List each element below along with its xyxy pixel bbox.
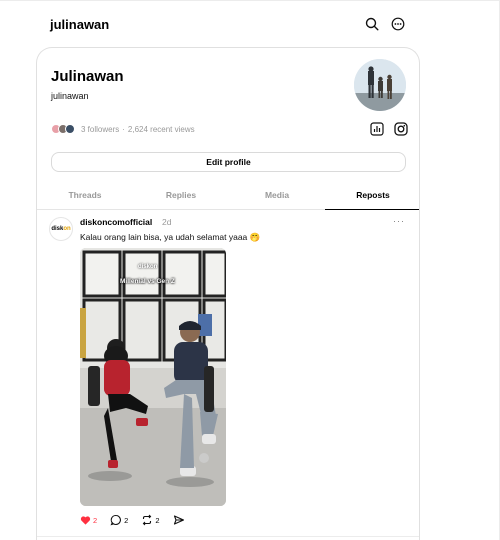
top-bar: julinawan bbox=[50, 16, 406, 36]
avatar-logo-accent: on bbox=[63, 226, 71, 232]
profile-card: Julinawan julinawan 3 followers · 2,624 … bbox=[36, 47, 420, 540]
heart-icon bbox=[80, 515, 91, 525]
reply-count: 2 bbox=[124, 515, 129, 525]
tab-replies[interactable]: Replies bbox=[133, 184, 229, 209]
stats-separator: · bbox=[122, 124, 125, 134]
post-timestamp: 2d bbox=[162, 217, 172, 227]
followers-count: 3 followers bbox=[81, 124, 120, 134]
tab-reposts[interactable]: Reposts bbox=[325, 184, 419, 210]
avatar-logo-text: disk bbox=[51, 226, 64, 232]
post-author-name[interactable]: diskoncomofficial bbox=[80, 217, 152, 227]
top-divider bbox=[0, 0, 500, 1]
like-button[interactable]: 2 bbox=[80, 515, 97, 526]
recent-views: 2,624 recent views bbox=[127, 124, 195, 134]
follower-avatars bbox=[51, 124, 75, 134]
reply-button[interactable]: 2 bbox=[110, 514, 128, 526]
header-username: julinawan bbox=[50, 17, 110, 32]
more-circle-icon[interactable] bbox=[390, 16, 406, 32]
post-actions: 2 2 2 bbox=[80, 514, 185, 526]
instagram-icon[interactable] bbox=[393, 121, 409, 137]
edit-profile-button[interactable]: Edit profile bbox=[51, 152, 406, 172]
profile-name: Julinawan bbox=[51, 68, 124, 85]
share-button[interactable] bbox=[173, 514, 185, 526]
like-count: 2 bbox=[93, 515, 98, 525]
profile-icons bbox=[369, 121, 409, 137]
insights-icon[interactable] bbox=[369, 121, 385, 137]
repost-item: disk on diskoncomofficial 2d ··· Kalau or… bbox=[37, 210, 419, 540]
repost-icon bbox=[143, 514, 152, 526]
profile-handle: julinawan bbox=[51, 91, 89, 101]
top-bar-actions bbox=[364, 16, 406, 32]
repost-button[interactable]: 2 bbox=[141, 514, 160, 526]
post-text: Kalau orang lain bisa, ya udah selamat y… bbox=[80, 232, 261, 242]
follower-avatar bbox=[65, 124, 75, 134]
post-more-icon[interactable]: ··· bbox=[393, 216, 405, 226]
post-divider bbox=[37, 536, 419, 537]
followers-row[interactable]: 3 followers · 2,624 recent views bbox=[51, 123, 195, 135]
tab-media[interactable]: Media bbox=[229, 184, 325, 209]
repost-count: 2 bbox=[155, 515, 160, 525]
post-author-avatar[interactable]: disk on bbox=[49, 217, 73, 241]
comment-icon bbox=[110, 514, 122, 526]
tab-threads[interactable]: Threads bbox=[37, 184, 133, 209]
video-logo: diskon bbox=[138, 264, 158, 270]
search-icon[interactable] bbox=[364, 16, 380, 32]
share-icon bbox=[173, 515, 184, 525]
profile-tabs: Threads Replies Media Reposts bbox=[37, 184, 419, 210]
video-caption: Millenial vs Gen Z bbox=[120, 278, 175, 285]
post-video[interactable]: diskon Millenial vs Gen Z bbox=[80, 248, 226, 506]
profile-avatar[interactable] bbox=[354, 59, 406, 111]
